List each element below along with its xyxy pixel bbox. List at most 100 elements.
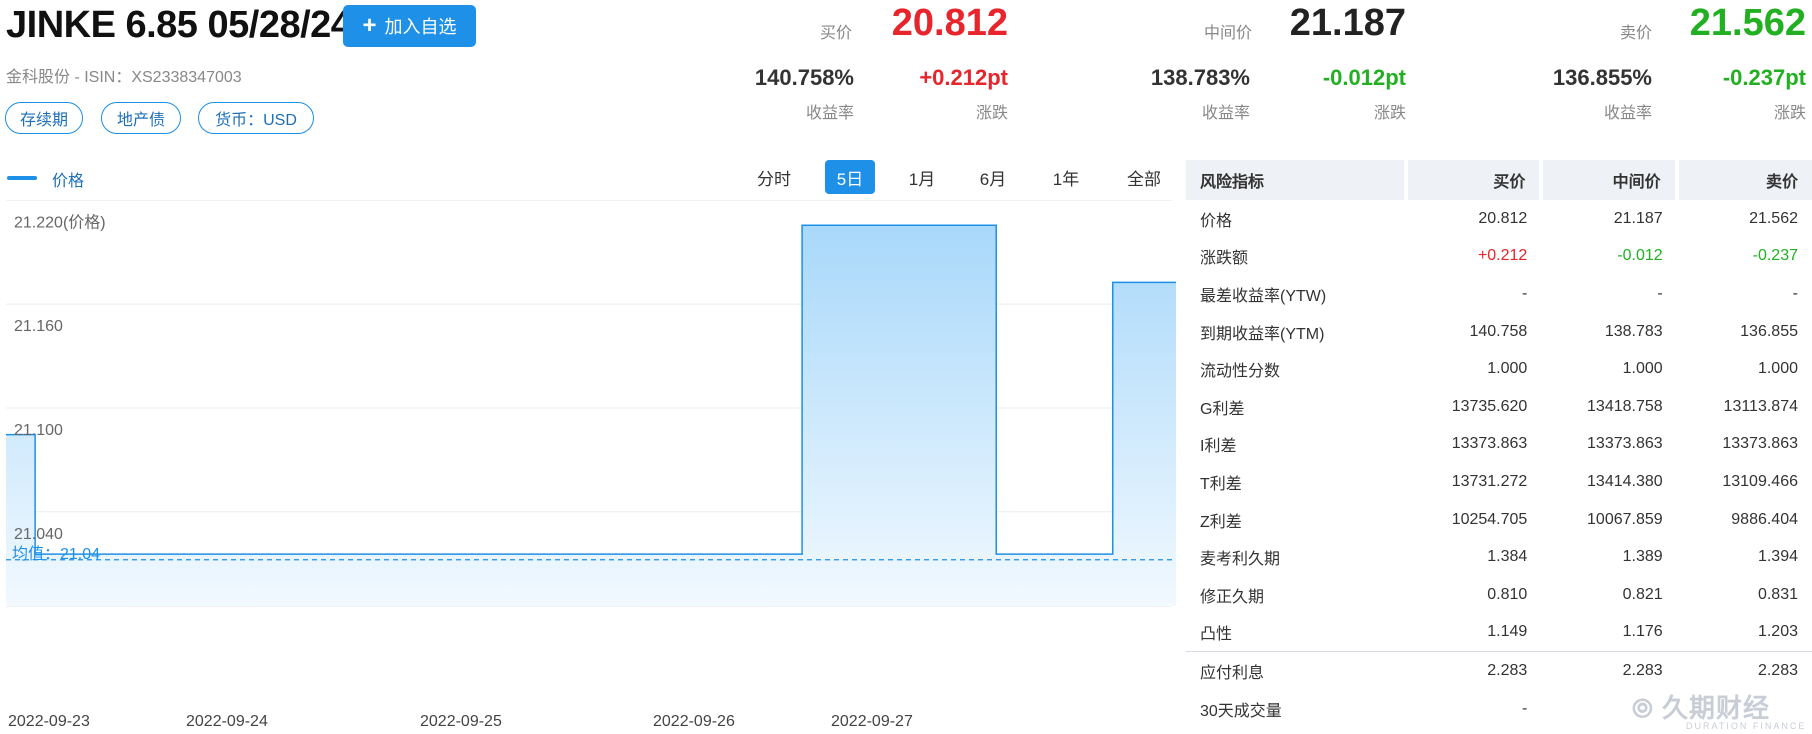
mid-cell: 2.283	[1541, 651, 1677, 690]
ask-cell: 1.203	[1757, 623, 1798, 641]
tag-sector[interactable]: 地产债	[101, 102, 181, 134]
risk-metrics-table: 风险指标 买价 中间价 卖价 价格 20.812 21.187 21.562 涨跌额 +0…	[1186, 160, 1812, 727]
ask-cell: 1.000	[1757, 360, 1798, 378]
bid-cell: 13735.620	[1451, 397, 1528, 415]
mid-cell: -0.012	[1617, 247, 1663, 265]
mid-cell: 1.389	[1622, 548, 1663, 566]
mid-cell: 138.783	[1604, 322, 1663, 340]
mid-cell: 0.821	[1622, 585, 1663, 603]
bid-price: 20.812	[891, 2, 1008, 44]
table-row: 应付利息 2.283 2.283 2.283	[1186, 651, 1812, 690]
table-row: 流动性分数 1.000 1.000 1.000	[1186, 350, 1812, 388]
table-row: 涨跌额 +0.212 -0.012 -0.237	[1186, 238, 1812, 276]
tab-1y[interactable]: 1年	[1040, 160, 1092, 194]
mid-yield: 138.783%	[1150, 65, 1250, 90]
price-line	[6, 224, 1176, 555]
bid-yield-label: 收益率	[805, 105, 854, 122]
watermark-logo-icon: ⦾	[1632, 693, 1663, 723]
bid-cell: 13373.863	[1451, 435, 1528, 453]
table-row: T利差 13731.272 13414.380 13109.466	[1186, 463, 1812, 501]
average-label: 均值：21.04	[12, 545, 100, 563]
ask-cell: -	[1792, 284, 1798, 302]
metric-name-cell: 凸性	[1200, 626, 1233, 644]
plus-icon: +	[362, 12, 377, 39]
y-tick-label: 21.100	[14, 422, 63, 439]
tag-tenor-status[interactable]: 存续期	[5, 102, 83, 134]
bid-cell: 1.149	[1487, 623, 1528, 641]
bid-yield: 140.758%	[754, 65, 854, 90]
x-tick-label: 2022-09-23	[8, 713, 90, 730]
mid-cell: 13373.863	[1587, 435, 1663, 453]
table-row: Z利差 10254.705 10067.859 9886.404	[1186, 501, 1812, 539]
y-tick-label: 21.040	[14, 526, 63, 543]
ask-cell: 13373.863	[1722, 435, 1798, 453]
bid-cell: 2.283	[1406, 651, 1542, 690]
x-tick-label: 2022-09-25	[420, 713, 502, 730]
x-tick-label: 2022-09-24	[186, 713, 268, 730]
ask-cell: 13109.466	[1722, 472, 1798, 490]
table-row: G利差 13735.620 13418.758 13113.874	[1186, 388, 1812, 426]
price-area-series	[6, 224, 1176, 606]
tag-currency[interactable]: 货币：USD	[198, 102, 314, 134]
mid-price: 21.187	[1289, 2, 1406, 44]
bid-cell: 1.384	[1487, 548, 1528, 566]
table-row: 凸性 1.149 1.176 1.203	[1186, 614, 1812, 652]
y-tick-label: 21.160	[14, 318, 63, 335]
ask-cell: 21.562	[1749, 209, 1798, 227]
tab-6m[interactable]: 6月	[967, 160, 1019, 194]
metric-name-cell: 麦考利久期	[1200, 551, 1281, 569]
bond-title: JINKE 6.85 05/28/24	[6, 4, 352, 46]
table-header-row: 风险指标 买价 中间价 卖价	[1186, 160, 1812, 200]
mid-cell: -	[1657, 284, 1663, 302]
metric-name-cell: Z利差	[1200, 513, 1242, 531]
ask-cell: 2.283	[1676, 651, 1812, 690]
bid-cell: -	[1522, 699, 1528, 717]
ask-yield-label: 收益率	[1603, 105, 1652, 122]
table-row: 价格 20.812 21.187 21.562	[1186, 200, 1812, 238]
metric-name-cell: 修正久期	[1200, 588, 1265, 606]
watermark-main: 久期财经	[1662, 693, 1771, 723]
ask-cell: -0.237	[1752, 247, 1798, 265]
tab-5d[interactable]: 5日	[825, 160, 875, 194]
ask-change-label: 涨跌	[1773, 105, 1806, 122]
mid-label: 中间价	[1203, 25, 1252, 42]
tab-all[interactable]: 全部	[1116, 160, 1172, 194]
ask-change: -0.237pt	[1722, 65, 1806, 90]
add-to-watchlist-button[interactable]: + 加入自选	[343, 5, 476, 47]
ask-cell: 136.855	[1740, 322, 1798, 340]
table-row: 麦考利久期 1.384 1.389 1.394	[1186, 538, 1812, 576]
bid-change: +0.212pt	[919, 65, 1008, 90]
bid-cell: 140.758	[1469, 322, 1528, 340]
bid-cell: 0.810	[1487, 585, 1528, 603]
bid-cell: +0.212	[1477, 247, 1528, 265]
x-tick-label: 2022-09-27	[831, 713, 913, 730]
legend-swatch	[7, 176, 37, 180]
ask-yield: 136.855%	[1552, 65, 1652, 90]
legend-label[interactable]: 价格	[52, 167, 84, 191]
risk-table-body: 价格 20.812 21.187 21.562 涨跌额 +0.212 -0.012 -0.23…	[1186, 200, 1812, 727]
issuer-isin: 金科股份 - ISIN：XS2338347003	[6, 69, 242, 86]
bid-change-label: 涨跌	[975, 105, 1008, 122]
mid-cell: 1.000	[1622, 360, 1663, 378]
price-area-fill	[6, 225, 1176, 606]
y-tick-label: 21.220(价格)	[14, 213, 106, 231]
metric-name-cell: T利差	[1200, 475, 1242, 493]
metric-name-cell: 应付利息	[1186, 651, 1406, 690]
table-row: I利差 13373.863 13373.863 13373.863	[1186, 426, 1812, 464]
bid-cell: 10254.705	[1451, 510, 1528, 528]
tab-intraday[interactable]: 分时	[748, 160, 800, 194]
metric-name-cell: 30天成交量	[1200, 702, 1282, 720]
metric-name-cell: 涨跌额	[1200, 250, 1249, 268]
tab-1m[interactable]: 1月	[896, 160, 948, 194]
metric-name-cell: 到期收益率(YTM)	[1200, 325, 1325, 343]
mid-cell: 10067.859	[1587, 510, 1663, 528]
mid-change-label: 涨跌	[1373, 105, 1406, 122]
bid-cell: 20.812	[1478, 209, 1528, 227]
ask-cell: 1.394	[1757, 548, 1798, 566]
price-chart[interactable]: 均值：21.04 21.220(价格) 21.160 21.100 21.040 20…	[0, 200, 1176, 734]
bid-cell: 13731.272	[1451, 472, 1528, 490]
mid-cell: 1.176	[1622, 623, 1663, 641]
ask-price: 21.562	[1689, 2, 1806, 44]
add-to-watchlist-label: 加入自选	[384, 17, 457, 37]
table-row: 修正久期 0.810 0.821 0.831	[1186, 576, 1812, 614]
